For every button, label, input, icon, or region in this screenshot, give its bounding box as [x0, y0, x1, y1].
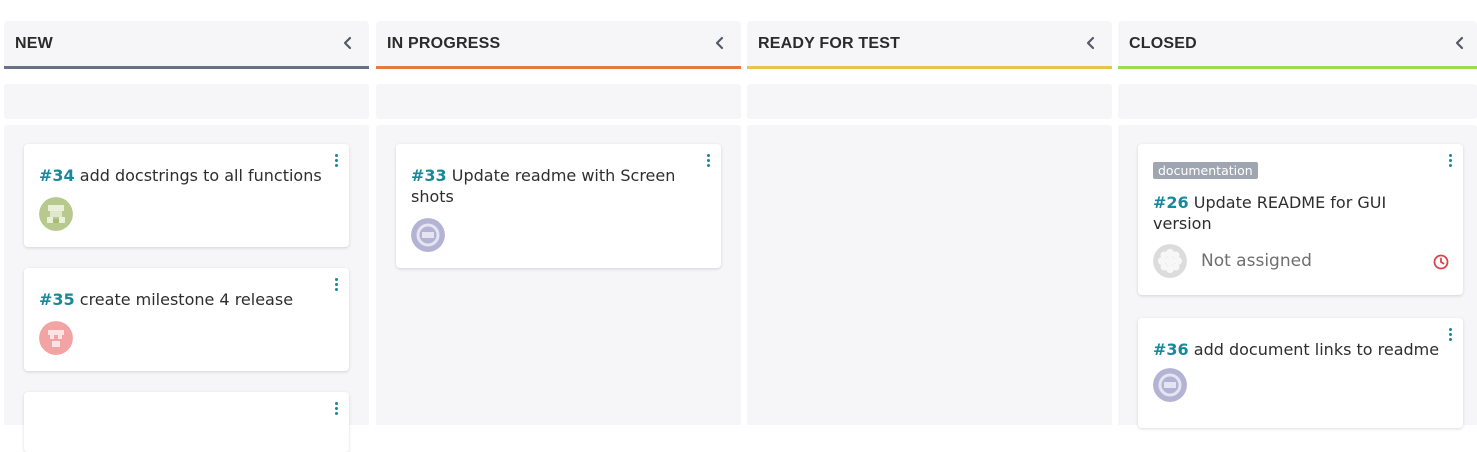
avatar[interactable]: [1153, 244, 1187, 278]
card-title: #26 Update README for GUI version: [1153, 192, 1423, 234]
issue-number[interactable]: #36: [1153, 340, 1189, 359]
issue-card[interactable]: #33 Update readme with Screen shots: [396, 144, 721, 268]
avatar[interactable]: [39, 321, 73, 355]
issue-number[interactable]: #35: [39, 290, 75, 309]
avatar[interactable]: [1153, 368, 1187, 402]
column-subheader: [747, 84, 1112, 119]
issue-number[interactable]: #26: [1153, 193, 1189, 212]
column-ready-for-test: READY FOR TEST: [747, 21, 1112, 425]
kebab-menu-icon[interactable]: [1446, 328, 1454, 346]
kebab-menu-icon[interactable]: [1446, 154, 1454, 172]
column-header: CLOSED: [1118, 21, 1477, 69]
column-title: CLOSED: [1129, 35, 1197, 52]
card-title: #36 add document links to readme: [1153, 339, 1443, 360]
column-body: #33 Update readme with Screen shots: [376, 125, 741, 425]
issue-title: add document links to readme: [1193, 340, 1440, 359]
card-title: #33 Update readme with Screen shots: [411, 165, 681, 207]
column-body: #34 add docstrings to all functions #35 …: [4, 125, 369, 452]
column-subheader: [1118, 84, 1477, 119]
assignee-label: Not assigned: [1201, 251, 1312, 271]
chevron-left-icon[interactable]: [1084, 33, 1098, 53]
issue-title: add docstrings to all functions: [79, 166, 322, 185]
column-header: NEW: [4, 21, 369, 69]
column-body: [747, 125, 1112, 425]
column-title: READY FOR TEST: [758, 35, 901, 52]
issue-number[interactable]: #34: [39, 166, 75, 185]
column-header: IN PROGRESS: [376, 21, 741, 69]
avatar[interactable]: [39, 197, 73, 231]
card-title: #35 create milestone 4 release: [39, 289, 324, 310]
column-subheader: [4, 84, 369, 119]
chevron-left-icon[interactable]: [1453, 33, 1467, 53]
column-title: NEW: [15, 35, 53, 52]
issue-title: create milestone 4 release: [79, 290, 294, 309]
avatar[interactable]: [411, 218, 445, 252]
issue-number[interactable]: #33: [411, 166, 447, 185]
column-title: IN PROGRESS: [387, 35, 501, 52]
kebab-menu-icon[interactable]: [332, 278, 340, 296]
column-new: NEW #34 add docstrings to all functions: [4, 21, 369, 452]
column-subheader: [376, 84, 741, 119]
column-body: documentation #26 Update README for GUI …: [1118, 125, 1477, 428]
chevron-left-icon[interactable]: [713, 33, 727, 53]
kebab-menu-icon[interactable]: [704, 154, 712, 172]
issue-card[interactable]: [24, 392, 349, 452]
chevron-left-icon[interactable]: [341, 33, 355, 53]
kanban-board: NEW #34 add docstrings to all functions: [0, 0, 1477, 452]
column-closed: CLOSED documentation #26 Update README f…: [1118, 21, 1477, 428]
clock-icon: [1433, 254, 1449, 270]
issue-card[interactable]: #35 create milestone 4 release: [24, 268, 349, 371]
card-title: #34 add docstrings to all functions: [39, 165, 324, 186]
kebab-menu-icon[interactable]: [332, 154, 340, 172]
column-header: READY FOR TEST: [747, 21, 1112, 69]
label-tag[interactable]: documentation: [1153, 162, 1258, 179]
issue-card[interactable]: #34 add docstrings to all functions: [24, 144, 349, 247]
kebab-menu-icon[interactable]: [332, 402, 340, 420]
column-in-progress: IN PROGRESS #33 Update readme with Scree…: [376, 21, 741, 425]
issue-card[interactable]: documentation #26 Update README for GUI …: [1138, 144, 1463, 295]
issue-title: Update readme with Screen shots: [411, 166, 676, 206]
issue-card[interactable]: #36 add document links to readme: [1138, 318, 1463, 428]
